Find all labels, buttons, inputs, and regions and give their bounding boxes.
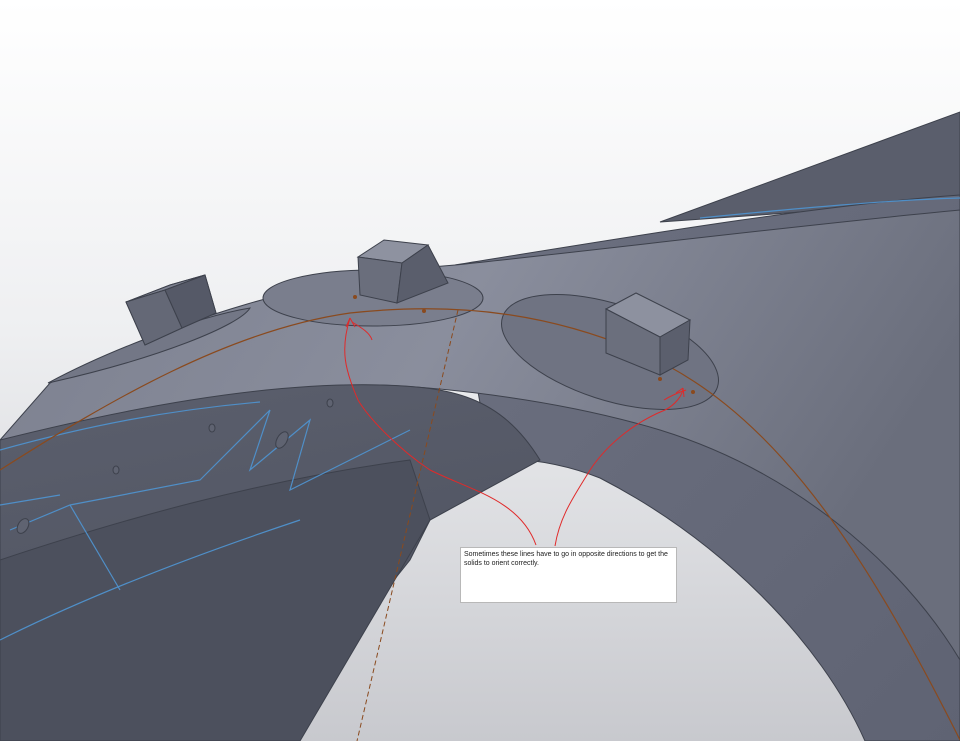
- annotation-text: Sometimes these lines have to go in oppo…: [464, 551, 668, 567]
- annotation-note[interactable]: Sometimes these lines have to go in oppo…: [460, 547, 677, 603]
- cad-3d-scene[interactable]: [0, 0, 960, 741]
- cad-viewport[interactable]: Sometimes these lines have to go in oppo…: [0, 0, 960, 741]
